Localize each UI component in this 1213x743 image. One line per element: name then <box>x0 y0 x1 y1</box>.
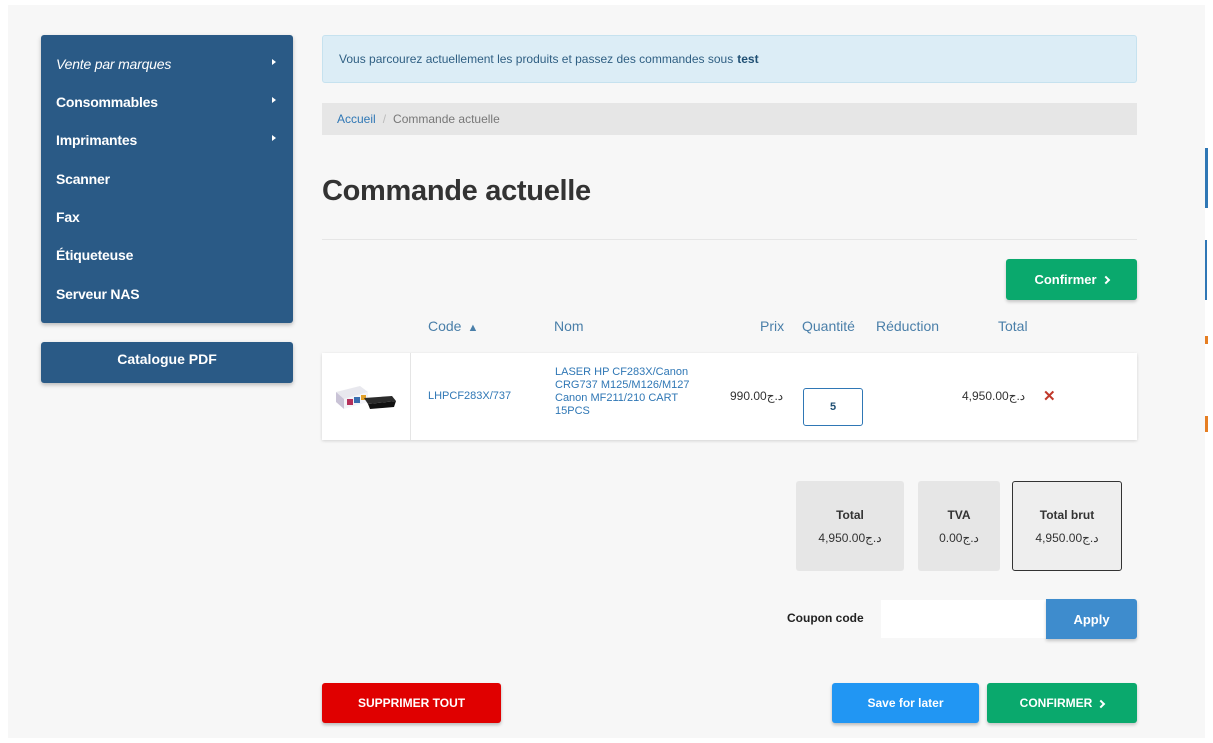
caret-right-icon <box>272 135 276 141</box>
clipped-edge-element <box>1205 240 1207 300</box>
product-code-link[interactable]: LHPCF283X/737 <box>428 390 511 402</box>
column-header-code-label: Code <box>428 318 462 334</box>
sidebar-item-imprimantes[interactable]: Imprimantes <box>41 121 293 159</box>
column-header-quantite: Quantité <box>802 318 855 334</box>
sidebar-item-scanner[interactable]: Scanner <box>41 160 293 198</box>
remove-item-icon[interactable]: ✕ <box>1043 387 1056 405</box>
account-notice: Vous parcourez actuellement les produits… <box>322 35 1137 83</box>
caret-right-icon <box>272 97 276 103</box>
confirm-top-button[interactable]: Confirmer <box>1006 259 1137 300</box>
page: Vente par marques Consommables Imprimant… <box>0 0 1213 743</box>
sidebar-item-label: Consommables <box>56 94 158 110</box>
summary-total-value: 4,950.00د.ج <box>818 530 882 545</box>
sidebar-item-label: Scanner <box>56 171 110 187</box>
sidebar-item-vente-par-marques[interactable]: Vente par marques <box>41 45 293 83</box>
column-header-code[interactable]: Code ▲ <box>428 318 478 334</box>
delete-all-button[interactable]: SUPPRIMER TOUT <box>322 683 501 723</box>
clipped-edge-element <box>1205 148 1208 208</box>
row-divider <box>410 353 411 440</box>
summary-brut-label: Total brut <box>1039 507 1095 522</box>
product-name-link[interactable]: LASER HP CF283X/Canon CRG737 M125/M126/M… <box>555 366 705 418</box>
quantity-input[interactable]: 5 <box>803 388 863 426</box>
confirm-bottom-label: CONFIRMER <box>1019 696 1093 710</box>
product-price: 990.00د.ج <box>730 389 784 403</box>
notice-text: Vous parcourez actuellement les produits… <box>339 52 734 66</box>
sidebar-item-label: Étiqueteuse <box>56 247 134 263</box>
coupon-label: Coupon code <box>787 611 864 625</box>
summary-total-label: Total <box>836 507 864 522</box>
row-total: 4,950.00د.ج <box>962 389 1026 403</box>
column-header-nom: Nom <box>554 318 584 334</box>
sidebar-item-fax[interactable]: Fax <box>41 198 293 236</box>
caret-right-icon <box>272 59 276 65</box>
clipped-edge-element <box>1205 336 1208 344</box>
summary-tva-label: TVA <box>947 507 971 522</box>
confirm-top-label: Confirmer <box>1034 272 1097 287</box>
breadcrumb: Accueil / Commande actuelle <box>322 103 1137 135</box>
sidebar-item-label: Fax <box>56 209 80 225</box>
chevron-right-icon <box>1097 699 1106 708</box>
confirm-bottom-button[interactable]: CONFIRMER <box>987 683 1137 723</box>
column-header-total: Total <box>998 318 1028 334</box>
sidebar-item-etiqueteuse[interactable]: Étiqueteuse <box>41 236 293 274</box>
title-divider <box>322 239 1137 240</box>
table-row: LHPCF283X/737 LASER HP CF283X/Canon CRG7… <box>322 353 1137 440</box>
column-header-reduction: Réduction <box>876 318 940 334</box>
summary-tva-value: 0.00د.ج <box>939 530 979 545</box>
clipped-edge-element <box>1205 416 1208 432</box>
save-for-later-button[interactable]: Save for later <box>832 683 979 723</box>
sidebar: Vente par marques Consommables Imprimant… <box>41 35 293 323</box>
column-header-prix: Prix <box>760 318 785 334</box>
sidebar-item-label: Serveur NAS <box>56 286 140 302</box>
product-image <box>336 386 396 409</box>
sort-ascending-icon: ▲ <box>467 322 479 334</box>
sidebar-item-label: Imprimantes <box>56 132 138 148</box>
summary-tva: TVA 0.00د.ج <box>918 481 1000 571</box>
chevron-right-icon <box>1101 275 1110 285</box>
sidebar-item-label: Vente par marques <box>56 56 172 72</box>
catalogue-pdf-button[interactable]: Catalogue PDF <box>41 342 293 383</box>
breadcrumb-separator: / <box>382 112 387 126</box>
summary-brut-value: 4,950.00د.ج <box>1035 530 1099 545</box>
apply-coupon-button[interactable]: Apply <box>1046 599 1137 639</box>
coupon-input[interactable] <box>881 600 1046 638</box>
summary-total: Total 4,950.00د.ج <box>796 481 904 571</box>
notice-account: test <box>737 52 759 66</box>
sidebar-item-serveur-nas[interactable]: Serveur NAS <box>41 275 293 313</box>
breadcrumb-home-link[interactable]: Accueil <box>337 112 376 126</box>
sidebar-item-consommables[interactable]: Consommables <box>41 83 293 121</box>
page-title: Commande actuelle <box>322 175 591 207</box>
summary-total-brut: Total brut 4,950.00د.ج <box>1012 481 1122 571</box>
breadcrumb-current: Commande actuelle <box>393 112 500 126</box>
